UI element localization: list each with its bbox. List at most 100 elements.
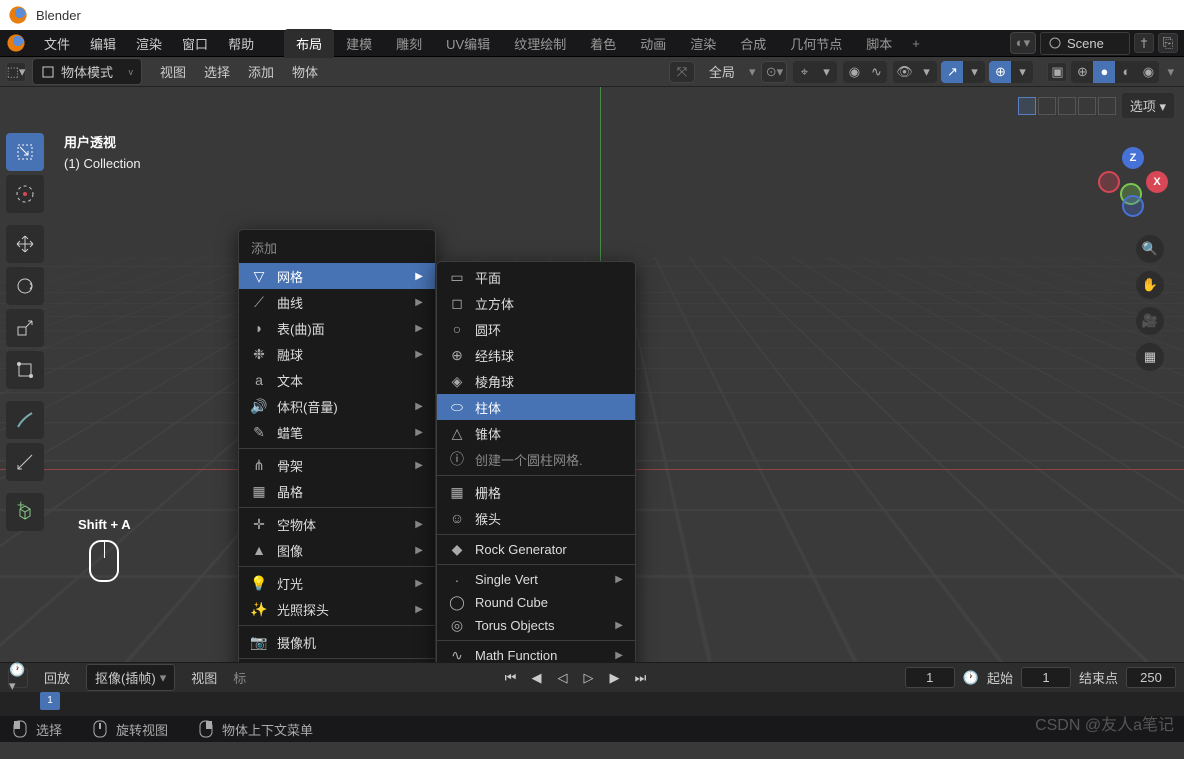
workspace-tab[interactable]: 渲染 <box>678 29 728 58</box>
menu-item-表(曲)面[interactable]: ◗表(曲)面▶ <box>239 315 435 341</box>
header-menu-视图[interactable]: 视图 <box>152 58 194 85</box>
menu-item-文本[interactable]: a文本 <box>239 367 435 393</box>
gizmo-neg-z[interactable] <box>1122 195 1144 217</box>
menu-item-摄像机[interactable]: 📷摄像机 <box>239 629 435 655</box>
header-menu-添加[interactable]: 添加 <box>240 58 282 85</box>
workspace-tab[interactable]: 建模 <box>334 29 384 58</box>
rotate-tool[interactable] <box>6 267 44 305</box>
menu-item-Torus Objects[interactable]: ◎Torus Objects▶ <box>437 614 635 637</box>
menu-item-图像[interactable]: ▲图像▶ <box>239 537 435 563</box>
menu-item-晶格[interactable]: ▦晶格 <box>239 478 435 504</box>
pan-icon[interactable]: ✋ <box>1136 271 1164 299</box>
workspace-tab[interactable]: 布局 <box>284 29 334 58</box>
workspace-tab[interactable]: 合成 <box>728 29 778 58</box>
pivot-icon[interactable]: ⊙▾ <box>761 61 787 83</box>
menu-item-经纬球[interactable]: ⊕经纬球 <box>437 342 635 368</box>
app-icon[interactable] <box>6 33 26 53</box>
menu-窗口[interactable]: 窗口 <box>172 33 218 56</box>
menu-item-平面[interactable]: ▭平面 <box>437 264 635 290</box>
workspace-tab[interactable]: 脚本 <box>854 29 904 58</box>
menu-item-体积(音量)[interactable]: 🔊体积(音量)▶ <box>239 393 435 419</box>
3d-viewport[interactable]: 选项 ▾ 用户透视 (1) Collection + Z X 🔍 ✋ 🎥 ▦ S… <box>0 87 1184 662</box>
menu-item-锥体[interactable]: △锥体 <box>437 420 635 446</box>
timeline-editor-icon[interactable]: 🕐▾ <box>8 668 28 688</box>
snap-toggle[interactable]: ⌖▾ <box>793 61 837 83</box>
menu-item-棱角球[interactable]: ◈棱角球 <box>437 368 635 394</box>
gizmo-z-axis[interactable]: Z <box>1122 147 1144 169</box>
end-frame[interactable]: 250 <box>1126 667 1176 688</box>
visibility-icon[interactable]: 👁 <box>893 61 915 83</box>
menu-item-光照探头[interactable]: ✨光照探头▶ <box>239 596 435 622</box>
menu-item-Round Cube[interactable]: ◯Round Cube <box>437 591 635 614</box>
menu-item-骨架[interactable]: ⋔骨架▶ <box>239 452 435 478</box>
menu-item-柱体[interactable]: ⬭柱体 <box>437 394 635 420</box>
xray-toggle[interactable]: ▣ <box>1047 62 1067 82</box>
options-dropdown[interactable]: 选项 ▾ <box>1122 93 1174 118</box>
overlay-toggle[interactable]: ⊕ <box>989 61 1011 83</box>
add-workspace-button[interactable]: + <box>904 31 928 56</box>
menu-item-Rock Generator[interactable]: ◆Rock Generator <box>437 538 635 561</box>
header-menu-选择[interactable]: 选择 <box>196 58 238 85</box>
menu-编辑[interactable]: 编辑 <box>80 33 126 56</box>
workspace-tab[interactable]: 动画 <box>628 29 678 58</box>
orientation-icon[interactable]: ⤧ <box>669 61 695 83</box>
play-icon[interactable]: ▷ <box>577 668 601 688</box>
mode-selector[interactable]: 物体模式 v <box>32 58 142 85</box>
jump-end-icon[interactable]: ⏭ <box>629 668 653 688</box>
material-shading-icon[interactable]: ◐ <box>1115 61 1137 83</box>
selection-mode-icons[interactable] <box>1018 97 1116 115</box>
playback-menu[interactable]: 回放 <box>36 664 78 691</box>
workspace-tab[interactable]: 雕刻 <box>384 29 434 58</box>
gizmo-neg-x[interactable] <box>1098 171 1120 193</box>
workspace-tab[interactable]: 几何节点 <box>778 29 854 58</box>
next-keyframe-icon[interactable]: ▶ <box>603 668 627 688</box>
gizmo-x-axis[interactable]: X <box>1146 171 1168 193</box>
rendered-shading-icon[interactable]: ◉ <box>1137 61 1159 83</box>
menu-文件[interactable]: 文件 <box>34 33 80 56</box>
add-cube-tool[interactable]: + <box>6 493 44 531</box>
menu-渲染[interactable]: 渲染 <box>126 33 172 56</box>
keying-dropdown[interactable]: 抠像(插帧) ▾ <box>86 664 175 691</box>
zoom-icon[interactable]: 🔍 <box>1136 235 1164 263</box>
scale-tool[interactable] <box>6 309 44 347</box>
menu-item-曲线[interactable]: ⟋曲线▶ <box>239 289 435 315</box>
solid-shading-icon[interactable]: ● <box>1093 61 1115 83</box>
navigation-gizmo[interactable]: Z X <box>1098 147 1168 217</box>
perspective-toggle-icon[interactable]: ▦ <box>1136 343 1164 371</box>
select-tool[interactable] <box>6 133 44 171</box>
proportional-edit[interactable]: ◉∿ <box>843 61 887 83</box>
gizmo-toggle[interactable]: ↗ <box>941 61 963 83</box>
jump-start-icon[interactable]: ⏮ <box>499 668 523 688</box>
scene-selector[interactable]: Scene <box>1040 32 1130 55</box>
menu-item-圆环[interactable]: ○圆环 <box>437 316 635 342</box>
cursor-tool[interactable] <box>6 175 44 213</box>
current-frame[interactable]: 1 <box>905 667 955 688</box>
timeline-track[interactable]: 1 <box>0 692 1184 716</box>
workspace-tab[interactable]: 纹理绘制 <box>502 29 578 58</box>
timeline-view-menu[interactable]: 视图 <box>183 664 225 691</box>
menu-item-灯光[interactable]: 💡灯光▶ <box>239 570 435 596</box>
annotate-tool[interactable] <box>6 401 44 439</box>
camera-view-icon[interactable]: 🎥 <box>1136 307 1164 335</box>
active-scene-icon[interactable]: ◐▾ <box>1010 32 1036 54</box>
menu-item-网格[interactable]: ▽网格▶ <box>239 263 435 289</box>
workspace-tab[interactable]: 着色 <box>578 29 628 58</box>
menu-item-空物体[interactable]: ✛空物体▶ <box>239 511 435 537</box>
editor-type-icon[interactable]: ⬚▾ <box>6 62 26 82</box>
menu-item-融球[interactable]: ❉融球▶ <box>239 341 435 367</box>
menu-item-Single Vert[interactable]: ·Single Vert▶ <box>437 568 635 591</box>
pin-scene-icon[interactable] <box>1134 33 1154 53</box>
menu-item-栅格[interactable]: ▦栅格 <box>437 479 635 505</box>
prev-keyframe-icon[interactable]: ◀ <box>525 668 549 688</box>
measure-tool[interactable] <box>6 443 44 481</box>
header-menu-物体[interactable]: 物体 <box>284 58 326 85</box>
menu-item-猴头[interactable]: ☺猴头 <box>437 505 635 531</box>
playhead[interactable]: 1 <box>40 692 60 710</box>
wireframe-shading-icon[interactable]: ⊕ <box>1071 61 1093 83</box>
menu-item-Math Function[interactable]: ∿Math Function▶ <box>437 644 635 662</box>
menu-item-蜡笔[interactable]: ✎蜡笔▶ <box>239 419 435 445</box>
menu-item-立方体[interactable]: ◻立方体 <box>437 290 635 316</box>
new-scene-button[interactable]: ⎘ <box>1158 33 1178 53</box>
start-frame[interactable]: 1 <box>1021 667 1071 688</box>
orientation-label[interactable]: 全局 <box>701 58 743 85</box>
